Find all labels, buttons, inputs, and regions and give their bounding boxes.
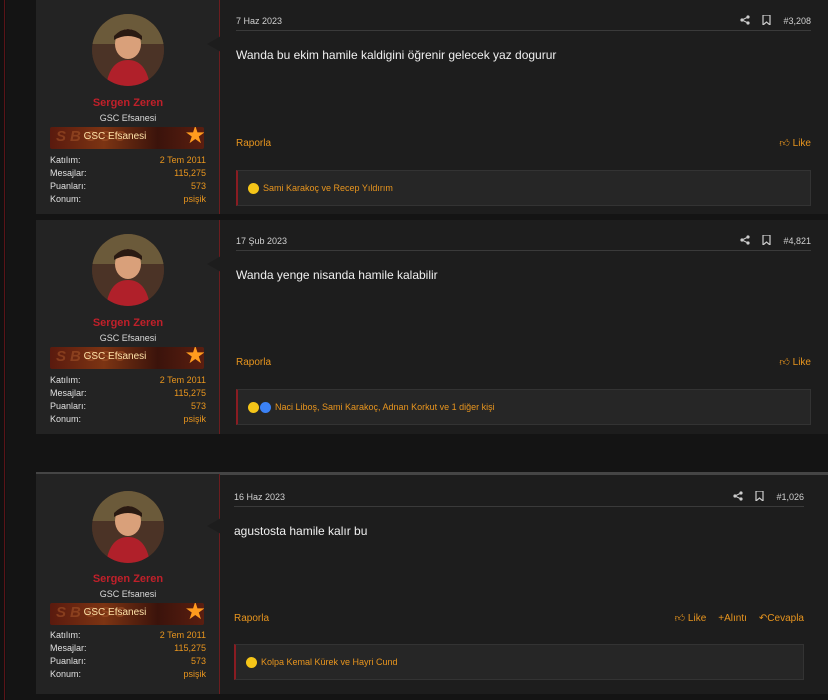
- user-title: GSC Efsanesi: [99, 333, 157, 343]
- like-button[interactable]: 👍︎ Like: [779, 137, 811, 150]
- bookmark-icon[interactable]: [762, 234, 772, 247]
- user-stats: Katılım: 2 Tem 2011 Mesajlar: 115,275 Puan…: [50, 374, 206, 426]
- laugh-emoji-icon: [248, 401, 259, 413]
- post: Sergen Zeren GSC Efsanesi SBGSC GSC Efsa…: [36, 0, 828, 214]
- post: Sergen Zeren GSC Efsanesi SBGSC GSC Efsa…: [36, 220, 828, 434]
- star-icon: ★: [184, 347, 204, 369]
- star-icon: ★: [184, 127, 204, 149]
- reactions-bar[interactable]: Sami Karakoç ve Recep Yıldırım: [236, 170, 811, 206]
- share-icon[interactable]: [733, 491, 744, 503]
- stat-label: Mesajlar:: [50, 643, 87, 653]
- left-accent-line: [4, 0, 5, 700]
- laugh-emoji-icon: [248, 182, 259, 194]
- stat-value[interactable]: 115,275: [174, 642, 206, 655]
- thumbs-up-icon: 👍︎: [674, 613, 686, 624]
- like-emoji-icon: [260, 401, 271, 413]
- post-date[interactable]: 17 Şub 2023: [236, 236, 287, 246]
- post-actions: 👍︎ Like: [779, 137, 811, 150]
- user-banner: SBGSC GSC Efsanesi ★: [50, 127, 204, 149]
- stat-value: 2 Tem 2011: [159, 155, 206, 165]
- user-stats: Katılım: 2 Tem 2011 Mesajlar: 115,275 Puan…: [50, 629, 206, 681]
- post-meta: #4,821: [740, 234, 811, 247]
- post-text: Wanda yenge nisanda hamile kalabilir: [236, 268, 438, 282]
- bookmark-icon[interactable]: [755, 490, 765, 503]
- stat-label: Konum:: [50, 414, 82, 424]
- stat-value[interactable]: psişik: [183, 668, 206, 681]
- report-link[interactable]: Raporla: [236, 357, 271, 368]
- page-left-edge: [0, 0, 6, 700]
- like-button[interactable]: 👍︎ Like: [674, 612, 707, 625]
- share-icon[interactable]: [740, 235, 751, 247]
- avatar[interactable]: [92, 234, 164, 306]
- post-meta: #1,026: [733, 490, 804, 503]
- reply-arrow-icon: ↶: [758, 612, 768, 624]
- post-text: agustosta hamile kalır bu: [234, 524, 368, 538]
- post-actions: 👍︎ Like: [779, 356, 811, 369]
- quote-button[interactable]: + Alıntı: [718, 613, 747, 624]
- stat-value[interactable]: 115,275: [174, 167, 206, 180]
- user-cell: Sergen Zeren GSC Efsanesi SBGSC GSC Efsa…: [36, 474, 221, 694]
- username[interactable]: Sergen Zeren: [36, 97, 220, 109]
- user-banner: SBGSC GSC Efsanesi ★: [50, 603, 204, 625]
- stat-value[interactable]: psişik: [183, 413, 206, 426]
- stat-value: 2 Tem 2011: [159, 630, 206, 640]
- stat-value[interactable]: 573: [191, 400, 206, 413]
- thumbs-up-icon: 👍︎: [779, 357, 790, 368]
- avatar[interactable]: [92, 491, 164, 563]
- bookmark-icon[interactable]: [762, 14, 772, 27]
- laugh-emoji-icon: [246, 656, 257, 668]
- post-number[interactable]: #3,208: [783, 16, 811, 26]
- post-text: Wanda bu ekim hamile kaldigini öğrenir g…: [236, 48, 557, 62]
- post-actions: 👍︎ Like + Alıntı ↶ Cevapla: [674, 612, 804, 625]
- thumbs-up-icon: 👍︎: [779, 138, 790, 149]
- stat-label: Puanları:: [50, 401, 87, 411]
- stat-label: Puanları:: [50, 656, 87, 666]
- stat-label: Katılım:: [50, 155, 81, 165]
- stat-value[interactable]: 573: [191, 180, 206, 193]
- user-cell: Sergen Zeren GSC Efsanesi SBGSC GSC Efsa…: [36, 220, 221, 434]
- user-title: GSC Efsanesi: [99, 113, 157, 123]
- like-button[interactable]: 👍︎ Like: [779, 356, 811, 369]
- post-date[interactable]: 7 Haz 2023: [236, 16, 282, 26]
- user-cell: Sergen Zeren GSC Efsanesi SBGSC GSC Efsa…: [36, 0, 221, 214]
- post-number[interactable]: #1,026: [776, 492, 804, 502]
- stat-value[interactable]: 573: [191, 655, 206, 668]
- reactions-bar[interactable]: Naci Liboş, Sami Karakoç, Adnan Korkut v…: [236, 389, 811, 425]
- stat-label: Konum:: [50, 669, 82, 679]
- avatar[interactable]: [92, 14, 164, 86]
- report-link[interactable]: Raporla: [236, 138, 271, 149]
- username[interactable]: Sergen Zeren: [36, 573, 220, 585]
- stat-value: 2 Tem 2011: [159, 375, 206, 385]
- user-banner: SBGSC GSC Efsanesi ★: [50, 347, 204, 369]
- stat-value[interactable]: psişik: [183, 193, 206, 206]
- user-stats: Katılım: 2 Tem 2011 Mesajlar: 115,275 Puan…: [50, 154, 206, 206]
- post-date[interactable]: 16 Haz 2023: [234, 492, 285, 502]
- reaction-users[interactable]: Sami Karakoç ve Recep Yıldırım: [263, 183, 393, 193]
- reaction-users[interactable]: Kolpa Kemal Kürek ve Hayri Cund: [261, 657, 398, 667]
- post: Sergen Zeren GSC Efsanesi SBGSC GSC Efsa…: [36, 472, 828, 694]
- reaction-users[interactable]: Naci Liboş, Sami Karakoç, Adnan Korkut v…: [275, 402, 495, 412]
- post-meta: #3,208: [740, 14, 811, 27]
- reactions-bar[interactable]: Kolpa Kemal Kürek ve Hayri Cund: [234, 644, 804, 680]
- stat-label: Katılım:: [50, 375, 81, 385]
- post-number[interactable]: #4,821: [783, 236, 811, 246]
- reply-button[interactable]: ↶ Cevapla: [759, 613, 804, 624]
- stat-value[interactable]: 115,275: [174, 387, 206, 400]
- stat-label: Mesajlar:: [50, 168, 87, 178]
- stat-label: Mesajlar:: [50, 388, 87, 398]
- stat-label: Puanları:: [50, 181, 87, 191]
- stat-label: Konum:: [50, 194, 82, 204]
- report-link[interactable]: Raporla: [234, 613, 269, 624]
- user-title: GSC Efsanesi: [99, 589, 157, 599]
- star-icon: ★: [184, 603, 204, 625]
- share-icon[interactable]: [740, 15, 751, 27]
- username[interactable]: Sergen Zeren: [36, 317, 220, 329]
- stat-label: Katılım:: [50, 630, 81, 640]
